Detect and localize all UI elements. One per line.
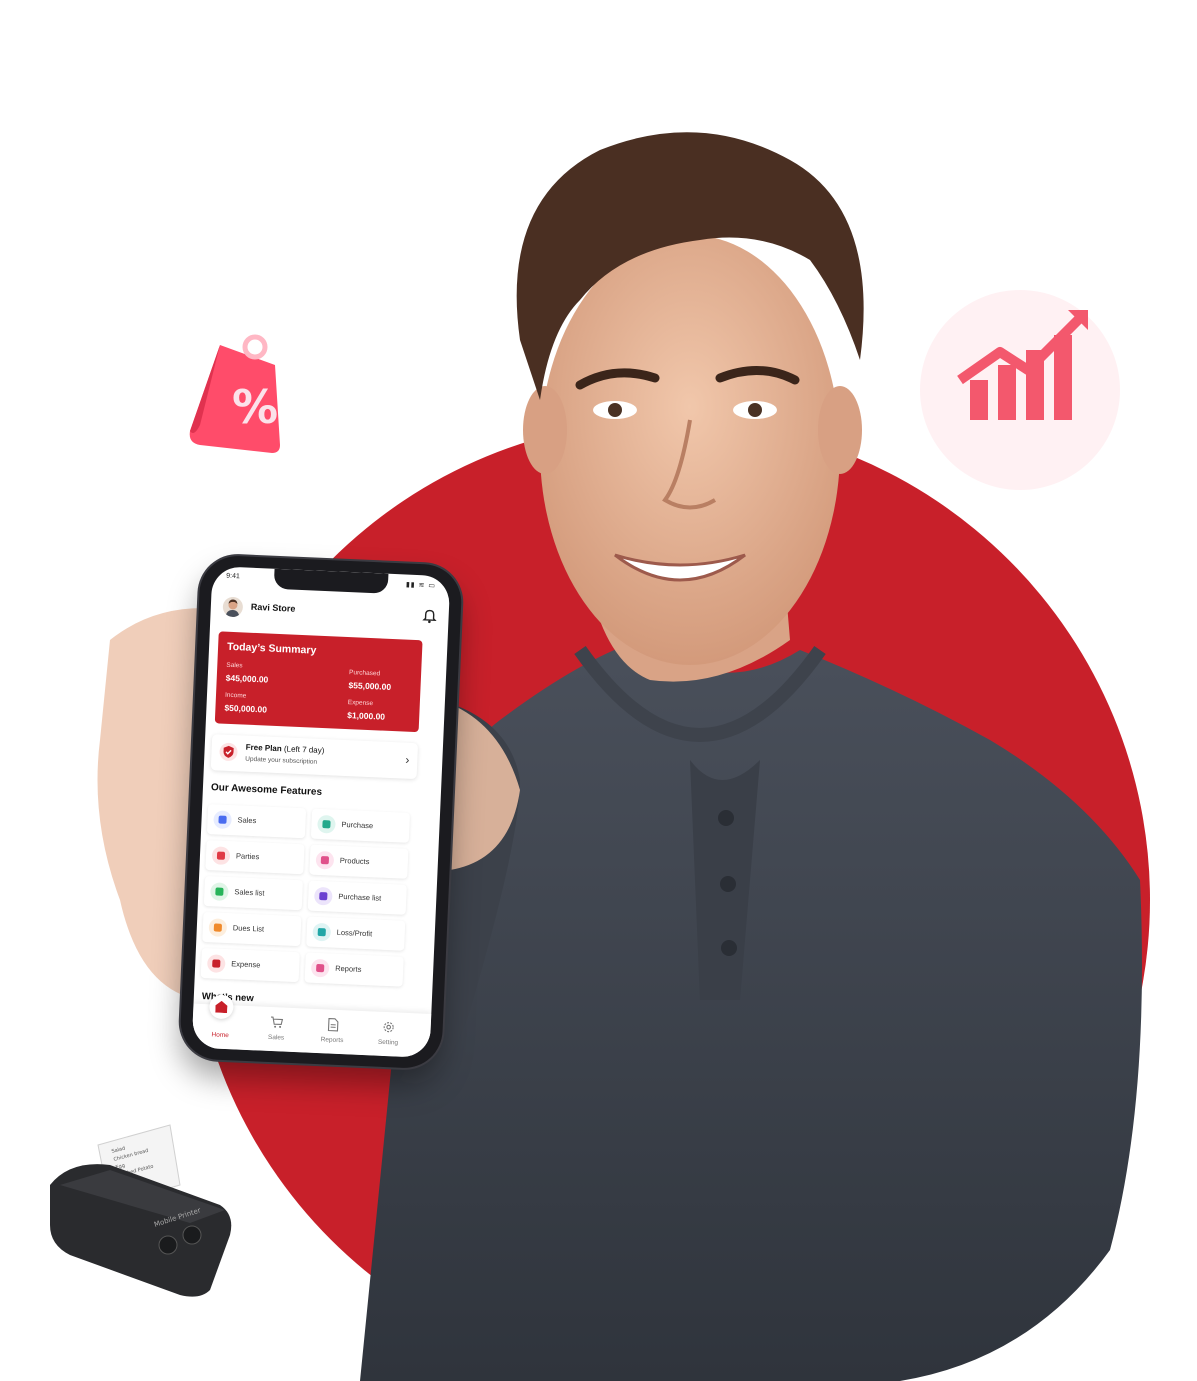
free-plan-banner[interactable]: Free Plan (Left 7 day) Update your subsc… xyxy=(210,734,419,780)
feature-loss-profit[interactable]: Loss/Profit xyxy=(306,916,406,951)
plan-subtitle: Update your subscription xyxy=(245,755,318,766)
tab-sales[interactable]: Sales xyxy=(248,1006,306,1052)
status-icons: ▮▮ ≋ ▭ xyxy=(405,581,437,590)
plan-name: Free Plan xyxy=(245,742,282,754)
mobile-printer-icon: Salad Chicken bread Egg Mashed Potato Mo… xyxy=(50,1124,232,1297)
features-title: Our Awesome Features xyxy=(210,782,323,799)
tab-setting-label: Setting xyxy=(377,1038,399,1047)
feature-label: Products xyxy=(339,855,370,867)
feature-purchase[interactable]: Purchase xyxy=(310,808,411,843)
feature-expense[interactable]: Expense xyxy=(200,947,300,983)
feature-reports[interactable]: Reports xyxy=(304,952,404,987)
status-time: 9:41 xyxy=(226,572,240,581)
feature-sales-list[interactable]: Sales list xyxy=(203,876,304,911)
feature-label: Sales xyxy=(237,815,257,826)
document-icon xyxy=(327,1017,339,1032)
document-icon xyxy=(313,886,333,906)
feature-dues-list[interactable]: Dues List xyxy=(202,911,302,947)
growth-chart-icon xyxy=(920,290,1120,490)
people-icon xyxy=(211,846,231,866)
tab-home-label: Home xyxy=(211,1031,229,1040)
summary-purchased-label: Purchased xyxy=(348,669,381,678)
app-screen: 9:41 ▮▮ ≋ ▭ Ravi Store Today’s Summary S… xyxy=(191,566,451,1058)
gear-icon xyxy=(383,1022,394,1033)
shield-icon xyxy=(219,742,238,762)
feature-label: Sales list xyxy=(234,887,265,898)
bottom-tab-bar: Home Sales Reports Setting xyxy=(191,994,432,1058)
plan-title: Free Plan (Left 7 day) xyxy=(246,743,325,755)
summary-income-label: Income xyxy=(224,691,247,700)
bell-icon[interactable] xyxy=(422,607,437,624)
feature-label: Dues List xyxy=(232,923,265,934)
list-icon xyxy=(210,882,229,902)
cart-icon xyxy=(213,810,232,830)
tab-home[interactable]: Home xyxy=(192,994,250,1050)
feature-products[interactable]: Products xyxy=(309,844,409,879)
summary-sales-label: Sales xyxy=(226,661,243,670)
report-icon xyxy=(310,958,330,978)
plan-days-left: (Left 7 day) xyxy=(283,744,325,756)
phone-mockup: 9:41 ▮▮ ≋ ▭ Ravi Store Today’s Summary S… xyxy=(179,554,463,1070)
app-header: Ravi Store xyxy=(222,596,437,630)
summary-sales-value: $45,000.00 xyxy=(225,672,269,685)
store-name: Ravi Store xyxy=(250,601,296,614)
phone-frame: 9:41 ▮▮ ≋ ▭ Ravi Store Today’s Summary S… xyxy=(179,554,463,1070)
tab-reports-label: Reports xyxy=(320,1036,344,1045)
summary-purchased-value: $55,000.00 xyxy=(348,680,392,692)
feature-purchase-list[interactable]: Purchase list xyxy=(307,880,407,915)
feature-label: Purchase xyxy=(341,819,374,831)
feature-parties[interactable]: Parties xyxy=(205,840,305,875)
feature-label: Expense xyxy=(231,959,261,970)
phone-notch xyxy=(273,568,389,594)
expense-icon xyxy=(206,954,226,973)
tab-setting[interactable]: Setting xyxy=(359,1011,417,1057)
purchase-icon xyxy=(317,814,336,834)
feature-label: Parties xyxy=(235,851,260,862)
feature-label: Purchase list xyxy=(338,891,382,903)
hero-stage: % Salad Chicken bread Egg Mashed Potato … xyxy=(0,0,1197,1381)
clipboard-icon xyxy=(208,918,228,937)
bar-chart-icon xyxy=(312,922,332,942)
summary-income-value: $50,000.00 xyxy=(224,702,268,715)
home-icon xyxy=(208,994,234,1020)
avatar[interactable] xyxy=(222,596,244,618)
tab-sales-label: Sales xyxy=(267,1033,285,1042)
feature-sales[interactable]: Sales xyxy=(206,804,307,839)
summary-expense-value: $1,000.00 xyxy=(347,710,386,722)
feature-label: Loss/Profit xyxy=(336,927,373,939)
feature-label: Reports xyxy=(335,963,362,974)
cart-icon xyxy=(270,1016,284,1028)
box-icon xyxy=(315,850,335,870)
chevron-right-icon[interactable]: › xyxy=(405,753,410,767)
todays-summary-card[interactable]: Today’s Summary Sales $45,000.00 Purchas… xyxy=(214,631,423,733)
percent-tag-icon: % xyxy=(189,334,280,453)
summary-expense-label: Expense xyxy=(347,699,374,708)
summary-title: Today’s Summary xyxy=(226,640,317,657)
svg-text:%: % xyxy=(232,380,278,434)
tab-reports[interactable]: Reports xyxy=(303,1009,361,1055)
